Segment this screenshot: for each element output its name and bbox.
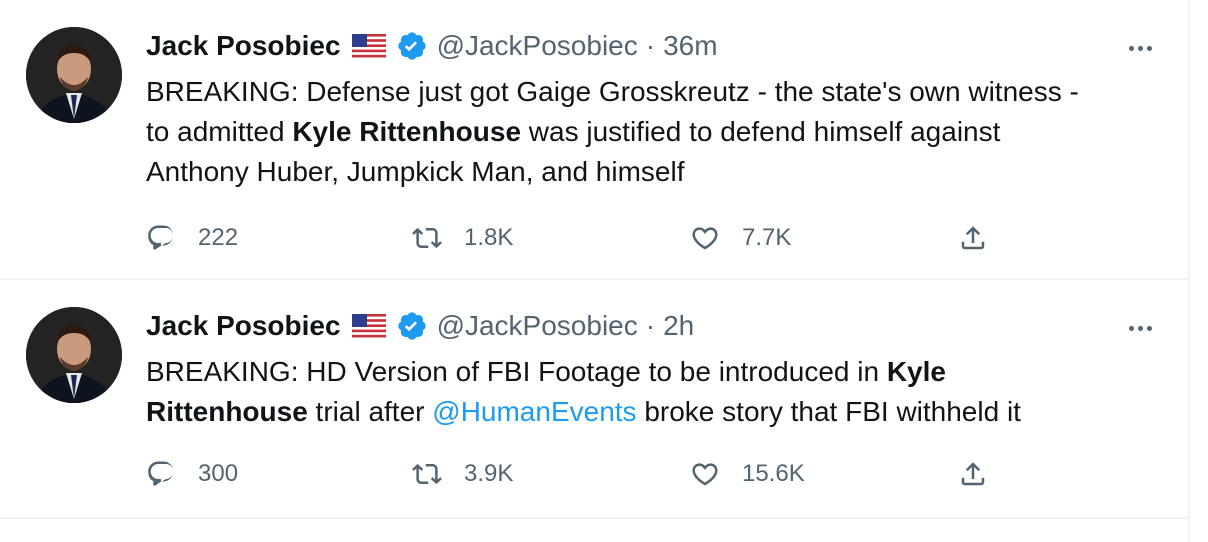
- like-button[interactable]: 7.7K: [690, 223, 791, 253]
- share-button[interactable]: [958, 459, 988, 489]
- tweet-text: BREAKING: HD Version of FBI Footage to b…: [146, 352, 1156, 432]
- heart-icon: [692, 463, 718, 486]
- like-count: 15.6K: [742, 460, 805, 487]
- tweet-header: Jack Posobiec @JackPosobiec: [146, 308, 694, 344]
- like-button[interactable]: 15.6K: [690, 459, 805, 489]
- timeline: Jack Posobiec @JackPosobiec · 36m BREAKI…: [0, 0, 1190, 542]
- more-options-icon[interactable]: [1122, 34, 1158, 62]
- reply-button[interactable]: 222: [146, 223, 238, 253]
- retweet-button[interactable]: 3.9K: [412, 459, 513, 489]
- tweet-timestamp[interactable]: 2h: [663, 310, 694, 342]
- mention-link[interactable]: @HumanEvents: [432, 396, 636, 427]
- us-flag-icon: [351, 34, 386, 58]
- us-flag-icon: [351, 314, 386, 338]
- text-segment: trial after: [307, 396, 433, 427]
- tweet-header: Jack Posobiec @JackPosobiec: [146, 28, 718, 64]
- share-icon: [961, 226, 985, 250]
- more-options-icon[interactable]: [1122, 314, 1158, 342]
- avatar[interactable]: [26, 307, 122, 403]
- verified-badge-icon: [396, 30, 428, 62]
- author-handle[interactable]: @JackPosobiec: [437, 30, 638, 62]
- header-separator: ·: [645, 310, 656, 341]
- reply-icon: [148, 461, 174, 486]
- heart-icon: [692, 227, 718, 250]
- reply-count: 300: [198, 460, 239, 487]
- reply-icon: [148, 225, 174, 250]
- author-name[interactable]: Jack Posobiec: [146, 30, 341, 62]
- like-count: 7.7K: [742, 224, 792, 251]
- header-separator: ·: [645, 30, 656, 61]
- retweet-button[interactable]: 1.8K: [412, 223, 513, 253]
- retweet-icon: [412, 227, 442, 249]
- verified-badge-icon: [396, 310, 428, 342]
- text-segment: broke story that FBI withheld it: [636, 396, 1021, 427]
- reply-count: 222: [198, 224, 239, 251]
- retweet-count: 1.8K: [464, 224, 514, 251]
- text-segment-bold: Kyle Rittenhouse: [292, 116, 522, 147]
- author-handle[interactable]: @JackPosobiec: [437, 310, 638, 342]
- retweet-icon: [412, 463, 442, 485]
- avatar[interactable]: [26, 27, 122, 123]
- text-segment: BREAKING: HD Version of FBI Footage to b…: [146, 356, 887, 387]
- reply-button[interactable]: 300: [146, 459, 238, 489]
- share-button[interactable]: [958, 223, 988, 253]
- tweet-text: BREAKING: Defense just got Gaige Grosskr…: [146, 72, 1156, 192]
- author-name[interactable]: Jack Posobiec: [146, 310, 341, 342]
- tweet-timestamp[interactable]: 36m: [663, 30, 717, 62]
- share-icon: [961, 462, 985, 486]
- retweet-count: 3.9K: [464, 460, 514, 487]
- tweet[interactable]: Jack Posobiec @JackPosobiec: [0, 0, 1188, 280]
